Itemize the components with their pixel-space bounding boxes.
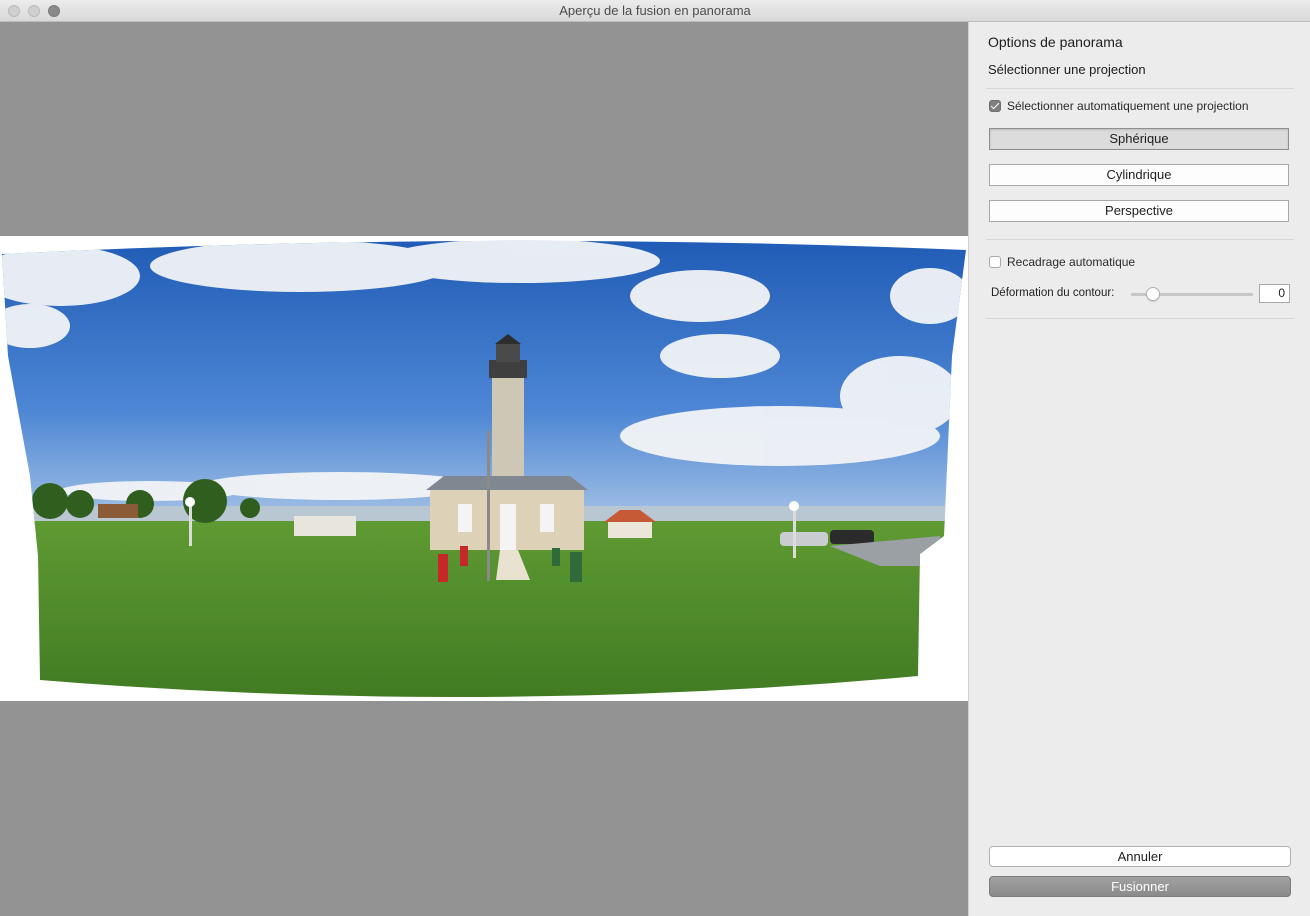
divider (986, 88, 1294, 89)
boundary-warp-row: Déformation du contour: 0 (991, 284, 1291, 304)
auto-projection-row[interactable]: Sélectionner automatiquement une project… (989, 99, 1249, 113)
title-bar: Aperçu de la fusion en panorama (0, 0, 1310, 22)
boundary-warp-value-field[interactable]: 0 (1259, 284, 1290, 303)
panorama-image (2, 240, 966, 698)
panorama-image-frame (0, 236, 968, 701)
perspective-button[interactable]: Perspective (989, 200, 1289, 222)
auto-projection-label: Sélectionner automatiquement une project… (1007, 99, 1249, 113)
preview-area (0, 22, 968, 916)
divider (986, 318, 1294, 319)
window-title: Aperçu de la fusion en panorama (559, 3, 751, 18)
auto-crop-checkbox[interactable] (989, 256, 1001, 268)
spherical-button[interactable]: Sphérique (989, 128, 1289, 150)
panel-title: Options de panorama (988, 34, 1123, 50)
cancel-button[interactable]: Annuler (989, 846, 1291, 867)
auto-crop-row[interactable]: Recadrage automatique (989, 255, 1135, 269)
auto-crop-label: Recadrage automatique (1007, 255, 1136, 269)
divider (986, 239, 1294, 240)
boundary-warp-slider-thumb[interactable] (1146, 287, 1160, 301)
auto-projection-checkbox[interactable] (989, 100, 1001, 112)
options-panel: Options de panorama Sélectionner une pro… (968, 22, 1310, 916)
projection-heading: Sélectionner une projection (988, 62, 1146, 77)
boundary-warp-label: Déformation du contour: (991, 287, 1115, 299)
cylindrical-button[interactable]: Cylindrique (989, 164, 1289, 186)
merge-button[interactable]: Fusionner (989, 876, 1291, 897)
